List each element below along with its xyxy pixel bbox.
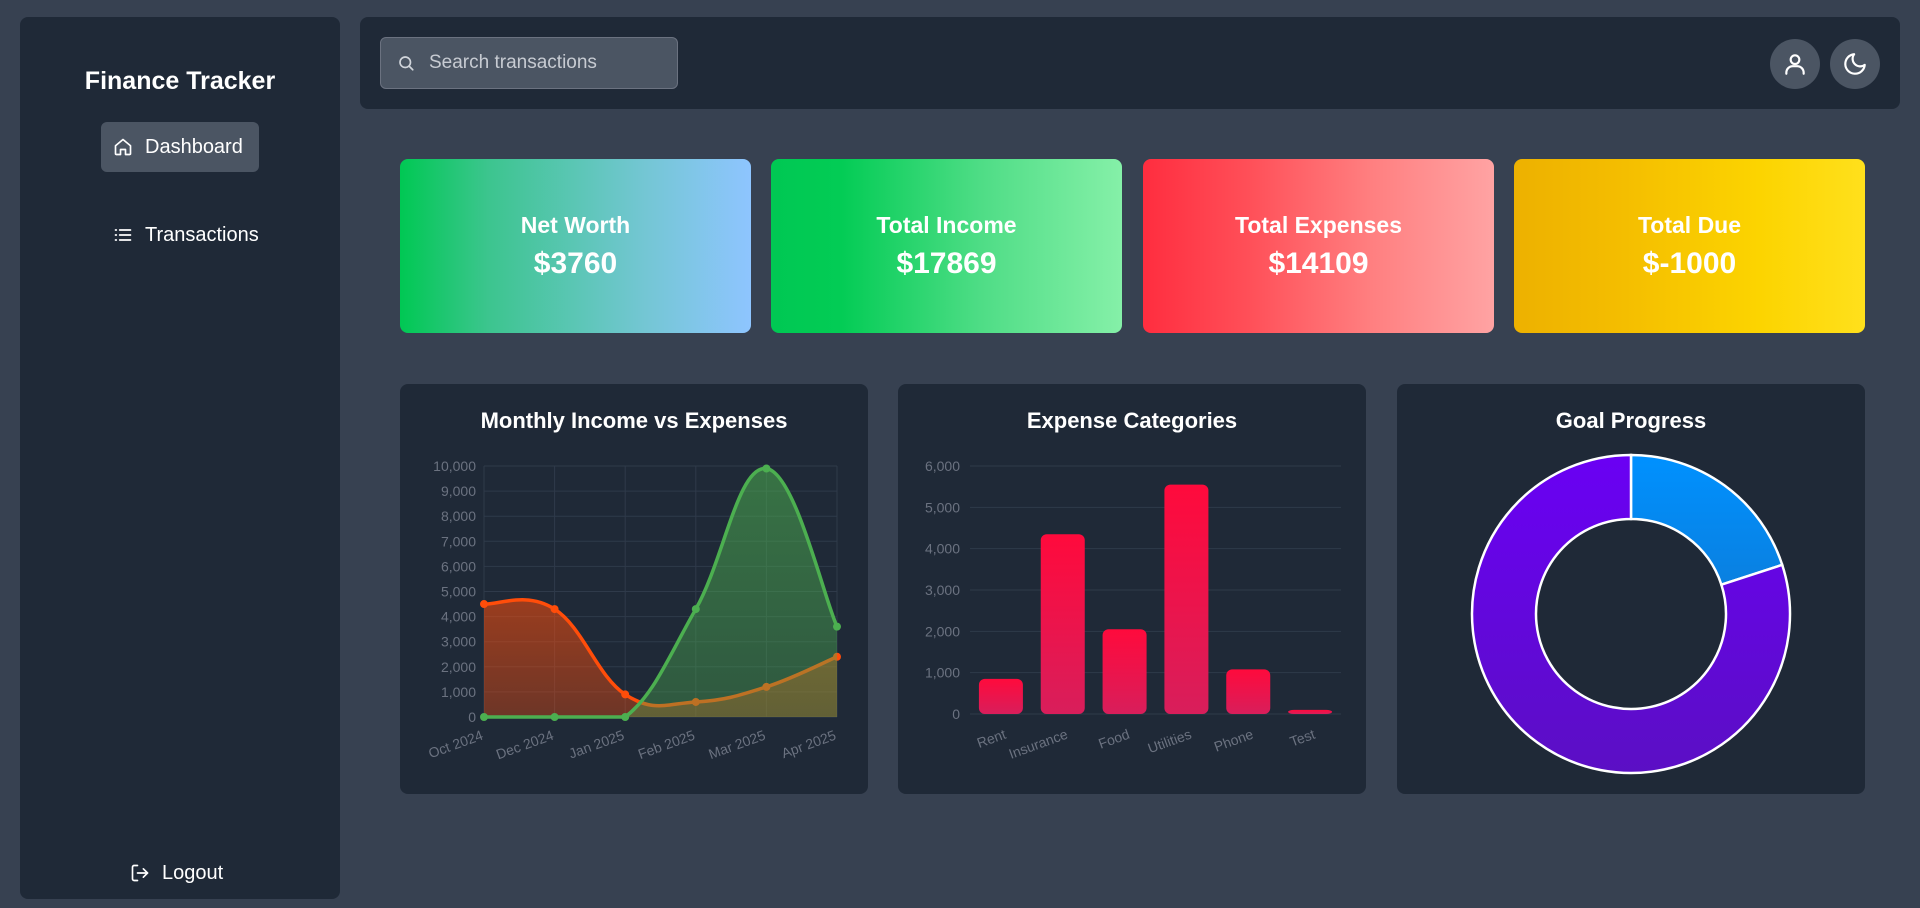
x-tick-label: Food [1096, 726, 1131, 752]
data-point[interactable] [762, 464, 771, 473]
income-expenses-chart-panel: Monthly Income vs Expenses 0 1,000 2,000 3,… [400, 384, 868, 794]
moon-icon [1844, 53, 1866, 75]
x-tick-label: Jan 2025 [567, 727, 627, 762]
stat-value: $14109 [1268, 246, 1369, 280]
expense-categories-chart-panel: Expense Categories 0 1,000 2,000 3,000 4,000… [898, 384, 1366, 794]
sidebar-item-label: Transactions [145, 223, 259, 246]
stat-value: $3760 [533, 246, 618, 280]
stat-label: Total Expenses [1234, 211, 1403, 238]
y-tick-label: 1,000 [925, 665, 960, 681]
line-chart: 0 1,000 2,000 3,000 4,000 5,000 6,000 7,000 8,00… [426, 458, 841, 763]
y-tick-label: 8,000 [441, 508, 476, 524]
bar[interactable] [1288, 709, 1333, 714]
y-tick-label: 5,000 [925, 499, 960, 515]
x-tick-label: Oct 2024 [426, 727, 485, 762]
y-tick-label: 1,000 [441, 684, 476, 700]
bar[interactable] [1040, 534, 1085, 714]
stat-label: Total Income [876, 211, 1017, 238]
y-tick-label: 5,000 [441, 584, 476, 600]
y-tick-label: 4,000 [925, 541, 960, 557]
user-profile-button[interactable] [1770, 39, 1820, 89]
bar[interactable] [1226, 669, 1271, 714]
y-tick-label: 10,000 [433, 458, 476, 474]
bar[interactable] [978, 678, 1023, 714]
bar[interactable] [1164, 484, 1209, 714]
stat-card-total-income: Total Income $17869 [771, 159, 1122, 333]
sidebar-item-transactions[interactable]: Transactions [101, 217, 259, 253]
sidebar-item-label: Dashboard [145, 135, 243, 158]
stat-card-total-due: Total Due $-1000 [1514, 159, 1865, 333]
data-point[interactable] [480, 713, 488, 721]
stat-card-total-expenses: Total Expenses $14109 [1143, 159, 1494, 333]
y-tick-label: 4,000 [441, 609, 476, 625]
data-point[interactable] [691, 605, 700, 614]
stat-value: $17869 [896, 246, 997, 280]
logout-button[interactable]: Logout [130, 853, 223, 893]
y-tick-label: 0 [468, 709, 476, 725]
x-tick-label: Insurance [1007, 726, 1070, 762]
data-point[interactable] [621, 690, 630, 699]
search-box [380, 37, 678, 89]
stat-label: Net Worth [520, 211, 631, 238]
theme-toggle-button[interactable] [1830, 39, 1880, 89]
home-icon [114, 138, 132, 156]
data-point[interactable] [550, 605, 559, 614]
bar[interactable] [1102, 629, 1147, 714]
x-tick-label: Rent [975, 726, 1008, 751]
y-tick-label: 6,000 [925, 458, 960, 474]
y-tick-label: 3,000 [441, 634, 476, 650]
x-tick-label: Utilities [1146, 726, 1194, 756]
stat-label: Total Due [1637, 211, 1742, 238]
y-tick-label: 7,000 [441, 533, 476, 549]
data-point[interactable] [480, 600, 488, 609]
doughnut-chart [1470, 453, 1792, 775]
list-icon [114, 229, 132, 241]
y-tick-label: 9,000 [441, 483, 476, 499]
search-input[interactable] [429, 52, 659, 74]
top-bar [360, 17, 1900, 109]
sidebar-item-dashboard[interactable]: Dashboard [101, 122, 259, 172]
y-tick-label: 2,000 [925, 623, 960, 639]
x-tick-label: Test [1287, 726, 1317, 750]
x-tick-label: Apr 2025 [779, 727, 838, 762]
x-tick-label: Phone [1212, 726, 1256, 755]
logout-label: Logout [162, 861, 224, 884]
search-icon [399, 56, 414, 71]
y-tick-label: 0 [952, 706, 960, 722]
stat-value: $-1000 [1642, 246, 1737, 280]
data-point[interactable] [550, 713, 559, 721]
stat-card-net-worth: Net Worth $3760 [400, 159, 751, 333]
sidebar: Finance Tracker Dashboard Transactions L… [20, 17, 340, 899]
user-icon [1785, 54, 1805, 75]
x-tick-label: Mar 2025 [706, 727, 767, 762]
x-tick-label: Dec 2024 [494, 727, 556, 763]
y-tick-label: 6,000 [441, 558, 476, 574]
goal-progress-chart-panel: Goal Progress [1397, 384, 1865, 794]
y-tick-label: 2,000 [441, 659, 476, 675]
bar-chart: 0 1,000 2,000 3,000 4,000 5,000 6,000 RentInsur… [925, 458, 1341, 762]
pie-slice[interactable] [1629, 453, 1784, 587]
logout-icon [131, 864, 149, 882]
data-point[interactable] [621, 713, 630, 721]
app-title: Finance Tracker [84, 67, 276, 95]
y-tick-label: 3,000 [925, 582, 960, 598]
x-tick-label: Feb 2025 [636, 727, 697, 762]
data-point[interactable] [833, 622, 841, 631]
